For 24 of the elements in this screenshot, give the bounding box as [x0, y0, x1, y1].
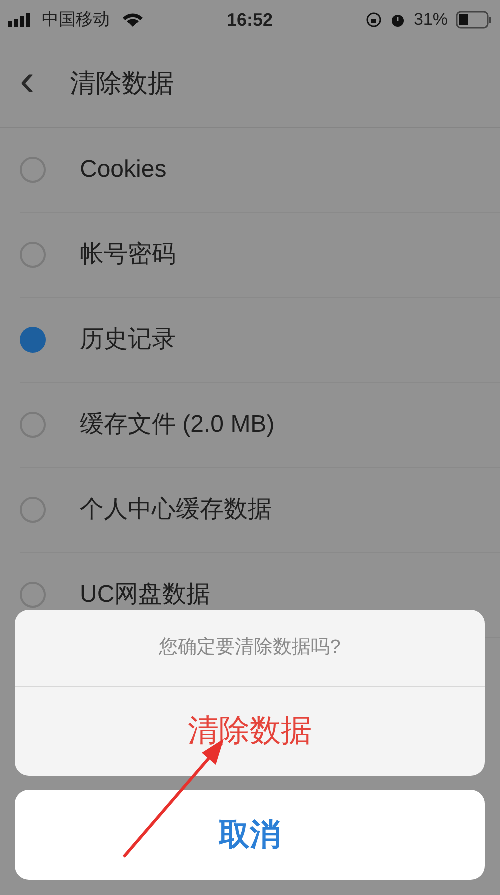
rotation-lock-icon — [366, 12, 382, 28]
cancel-button[interactable]: 取消 — [15, 790, 485, 880]
radio-button[interactable] — [20, 157, 46, 183]
battery-icon — [456, 11, 492, 29]
radio-button[interactable] — [20, 412, 46, 438]
confirm-message: 您确定要清除数据吗? — [159, 636, 341, 660]
option-label: 个人中心缓存数据 — [80, 495, 272, 525]
radio-button[interactable] — [20, 242, 46, 268]
wifi-icon — [122, 12, 144, 28]
battery-percent: 31% — [414, 9, 448, 32]
option-label: UC网盘数据 — [80, 580, 211, 610]
page-title: 清除数据 — [70, 67, 174, 100]
radio-button[interactable] — [20, 582, 46, 608]
option-label: Cookies — [80, 155, 167, 185]
radio-button[interactable] — [20, 327, 46, 353]
back-button[interactable]: ‹ — [20, 58, 70, 102]
option-label: 缓存文件 (2.0 MB) — [80, 410, 275, 440]
option-label: 帐号密码 — [80, 240, 176, 270]
clear-data-button[interactable]: 清除数据 — [15, 687, 485, 776]
alarm-icon — [390, 12, 406, 28]
radio-button[interactable] — [20, 497, 46, 523]
carrier-name: 中国移动 — [42, 9, 110, 32]
clock-time: 16:52 — [226, 8, 274, 32]
option-label: 历史记录 — [80, 325, 176, 355]
